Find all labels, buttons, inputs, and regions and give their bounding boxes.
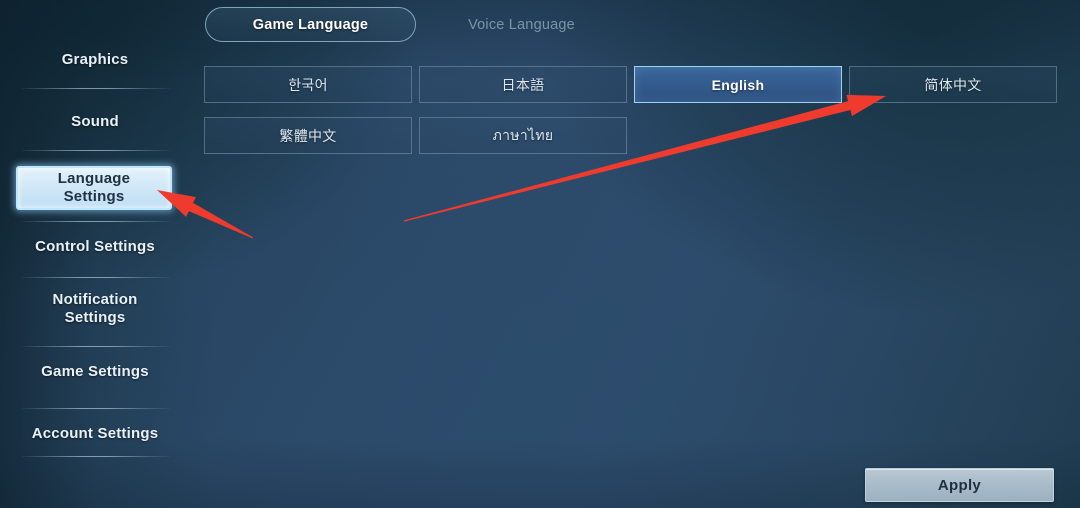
sidebar-divider xyxy=(22,456,170,457)
sidebar-item-language-settings[interactable]: Language Settings xyxy=(16,166,172,210)
language-option-label: ภาษาไทย xyxy=(492,126,554,143)
sidebar-item-game-settings[interactable]: Game Settings xyxy=(0,356,190,388)
tab-label: Game Language xyxy=(252,16,369,33)
sidebar-divider xyxy=(22,408,170,409)
tab-game-language[interactable]: Game Language xyxy=(205,7,416,42)
sidebar-item-label: Language Settings xyxy=(57,170,131,205)
sidebar-divider xyxy=(22,346,170,347)
language-option-grid: 한국어 日本語 English 简体中文繁體中文 ภาษาไทย xyxy=(204,66,1057,154)
sidebar-item-label: Notification Settings xyxy=(52,291,138,326)
sidebar-divider xyxy=(22,277,170,278)
language-option-label: 繁體中文 xyxy=(279,127,337,144)
sidebar-item-notification-settings[interactable]: Notification Settings xyxy=(0,287,190,331)
settings-sidebar: Graphics Sound Language Settings Control Set… xyxy=(0,0,190,508)
tab-voice-language[interactable]: Voice Language xyxy=(434,7,609,42)
language-option[interactable]: 简体中文 xyxy=(849,66,1057,103)
language-option[interactable]: 繁體中文 xyxy=(204,117,412,154)
sidebar-item-label: Game Settings xyxy=(41,363,149,380)
language-option-label: English xyxy=(711,76,765,93)
sidebar-divider xyxy=(22,221,170,222)
sidebar-item-sound[interactable]: Sound xyxy=(0,106,190,138)
apply-button[interactable]: Apply xyxy=(865,468,1054,502)
sidebar-divider xyxy=(22,150,170,151)
language-option[interactable]: 한국어 xyxy=(204,66,412,103)
sidebar-item-account-settings[interactable]: Account Settings xyxy=(0,418,190,450)
apply-button-label: Apply xyxy=(937,476,982,494)
language-option[interactable]: ภาษาไทย xyxy=(419,117,627,154)
sidebar-item-label: Account Settings xyxy=(31,425,159,442)
language-tab-bar: Game Language Voice Language xyxy=(205,7,609,42)
sidebar-item-label: Sound xyxy=(71,113,119,130)
sidebar-item-graphics[interactable]: Graphics xyxy=(0,44,190,76)
sidebar-item-label: Graphics xyxy=(61,51,129,68)
language-option-label: 한국어 xyxy=(288,76,328,93)
language-option-label: 日本語 xyxy=(501,76,545,93)
sidebar-divider xyxy=(22,88,170,89)
language-option[interactable]: 日本語 xyxy=(419,66,627,103)
sidebar-item-label: Control Settings xyxy=(35,238,155,255)
tab-label: Voice Language xyxy=(468,16,575,33)
sidebar-item-control-settings[interactable]: Control Settings xyxy=(0,231,190,263)
language-option-label: 简体中文 xyxy=(924,76,982,93)
language-option[interactable]: English xyxy=(634,66,842,103)
game-settings-screen: Graphics Sound Language Settings Control Set… xyxy=(0,0,1080,508)
